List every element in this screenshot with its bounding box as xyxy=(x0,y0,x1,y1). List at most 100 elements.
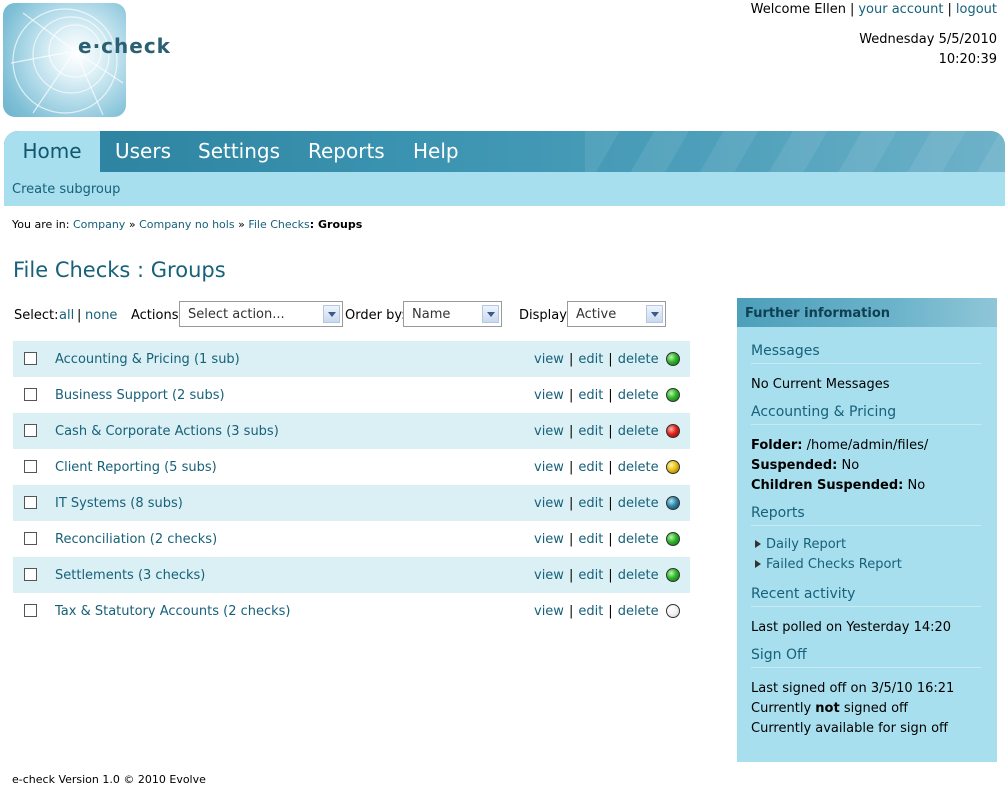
status-icon xyxy=(666,388,680,402)
select-label: Select: xyxy=(14,308,59,323)
edit-link[interactable]: edit xyxy=(578,604,603,619)
current-date: Wednesday 5/5/2010 xyxy=(859,32,997,47)
status-icon xyxy=(666,424,680,438)
page-title: File Checks : Groups xyxy=(13,258,226,282)
actions-label: Actions: xyxy=(131,308,183,323)
table-row: Tax & Statutory Accounts (2 checks) view |… xyxy=(13,593,690,629)
edit-link[interactable]: edit xyxy=(578,532,603,547)
breadcrumb-company[interactable]: Company xyxy=(73,218,125,231)
edit-link[interactable]: edit xyxy=(578,496,603,511)
logo xyxy=(3,3,126,117)
delete-link[interactable]: delete xyxy=(618,352,659,367)
delete-link[interactable]: delete xyxy=(618,568,659,583)
delete-link[interactable]: delete xyxy=(618,604,659,619)
display-select-value: Active xyxy=(576,307,617,322)
status-icon xyxy=(666,352,680,366)
tab-home[interactable]: Home xyxy=(4,131,100,172)
table-row: Client Reporting (5 subs) view | edit | delet… xyxy=(13,449,690,485)
edit-link[interactable]: edit xyxy=(578,352,603,367)
daily-report-label: Daily Report xyxy=(766,537,847,552)
daily-report-link[interactable]: Daily Report xyxy=(755,537,846,552)
row-checkbox[interactable] xyxy=(24,568,37,581)
delete-link[interactable]: delete xyxy=(618,424,659,439)
row-actions: view | edit | delete xyxy=(534,496,659,511)
view-link[interactable]: view xyxy=(534,532,564,547)
group-name-link[interactable]: Tax & Statutory Accounts (2 checks) xyxy=(55,604,291,619)
logout-link[interactable]: logout xyxy=(956,2,997,17)
row-checkbox[interactable] xyxy=(24,496,37,509)
order-by-select[interactable]: Name xyxy=(403,301,502,327)
view-link[interactable]: view xyxy=(534,604,564,619)
table-row: Settlements (3 checks) view | edit | delete xyxy=(13,557,690,593)
children-suspended-label: Children Suspended: xyxy=(751,478,904,493)
display-select[interactable]: Active xyxy=(567,301,666,327)
group-heading: Accounting & Pricing xyxy=(751,404,897,420)
delete-link[interactable]: delete xyxy=(618,496,659,511)
view-link[interactable]: view xyxy=(534,424,564,439)
breadcrumb-file-checks[interactable]: File Checks xyxy=(248,218,309,231)
breadcrumb: You are in: Company » Company no hols » … xyxy=(12,218,362,231)
your-account-link[interactable]: your account xyxy=(858,2,943,17)
select-all-link[interactable]: all xyxy=(59,308,74,323)
group-name-link[interactable]: Client Reporting (5 subs) xyxy=(55,460,217,475)
row-checkbox[interactable] xyxy=(24,532,37,545)
children-suspended-info: Children Suspended: No xyxy=(751,478,925,493)
row-checkbox[interactable] xyxy=(24,604,37,617)
view-link[interactable]: view xyxy=(534,388,564,403)
row-checkbox[interactable] xyxy=(24,388,37,401)
tab-help[interactable]: Help xyxy=(413,131,459,172)
select-none-link[interactable]: none xyxy=(85,308,117,323)
group-name-link[interactable]: Settlements (3 checks) xyxy=(55,568,205,583)
chevron-down-icon xyxy=(323,305,340,323)
group-name-link[interactable]: Cash & Corporate Actions (3 subs) xyxy=(55,424,279,439)
further-info-panel: Further information Messages No Current … xyxy=(737,298,997,762)
chevron-down-icon xyxy=(482,305,499,323)
create-subgroup-link[interactable]: Create subgroup xyxy=(12,182,120,197)
edit-link[interactable]: edit xyxy=(578,424,603,439)
failed-checks-report-label: Failed Checks Report xyxy=(766,557,902,572)
status-icon xyxy=(666,460,680,474)
chevron-down-icon xyxy=(646,305,663,323)
sub-nav: Create subgroup xyxy=(4,172,1005,206)
group-name-link[interactable]: IT Systems (8 subs) xyxy=(55,496,183,511)
signoff-status-pre: Currently xyxy=(751,701,812,716)
group-name-link[interactable]: Accounting & Pricing (1 sub) xyxy=(55,352,240,367)
tab-reports[interactable]: Reports xyxy=(308,131,385,172)
divider xyxy=(751,606,981,607)
view-link[interactable]: view xyxy=(534,568,564,583)
group-name-link[interactable]: Reconciliation (2 checks) xyxy=(55,532,217,547)
signoff-last: Last signed off on 3/5/10 16:21 xyxy=(751,681,955,696)
delete-link[interactable]: delete xyxy=(618,460,659,475)
edit-link[interactable]: edit xyxy=(578,568,603,583)
group-name-link[interactable]: Business Support (2 subs) xyxy=(55,388,225,403)
breadcrumb-sep: » xyxy=(128,218,136,231)
view-link[interactable]: view xyxy=(534,352,564,367)
tab-users[interactable]: Users xyxy=(115,131,171,172)
breadcrumb-company-no-hols[interactable]: Company no hols xyxy=(139,218,235,231)
failed-checks-report-link[interactable]: Failed Checks Report xyxy=(755,557,902,572)
signoff-available: Currently available for sign off xyxy=(751,721,948,736)
divider xyxy=(751,363,981,364)
view-link[interactable]: view xyxy=(534,460,564,475)
actions-select[interactable]: Select action... xyxy=(179,301,343,327)
folder-label: Folder: xyxy=(751,438,803,453)
datetime: Wednesday 5/5/2010 10:20:39 xyxy=(859,30,997,70)
recent-activity-heading: Recent activity xyxy=(751,586,856,602)
row-actions: view | edit | delete xyxy=(534,460,659,475)
row-checkbox[interactable] xyxy=(24,460,37,473)
breadcrumb-current: : Groups xyxy=(309,218,363,231)
row-checkbox[interactable] xyxy=(24,352,37,365)
delete-link[interactable]: delete xyxy=(618,532,659,547)
order-by-label: Order by: xyxy=(345,308,406,323)
edit-link[interactable]: edit xyxy=(578,388,603,403)
display-label: Display: xyxy=(519,308,571,323)
folder-info: Folder: /home/admin/files/ xyxy=(751,438,928,453)
edit-link[interactable]: edit xyxy=(578,460,603,475)
view-link[interactable]: view xyxy=(534,496,564,511)
delete-link[interactable]: delete xyxy=(618,388,659,403)
breadcrumb-sep: » xyxy=(238,218,245,231)
reports-heading: Reports xyxy=(751,505,805,521)
table-row: Business Support (2 subs) view | edit | delet… xyxy=(13,377,690,413)
row-checkbox[interactable] xyxy=(24,424,37,437)
tab-settings[interactable]: Settings xyxy=(198,131,280,172)
